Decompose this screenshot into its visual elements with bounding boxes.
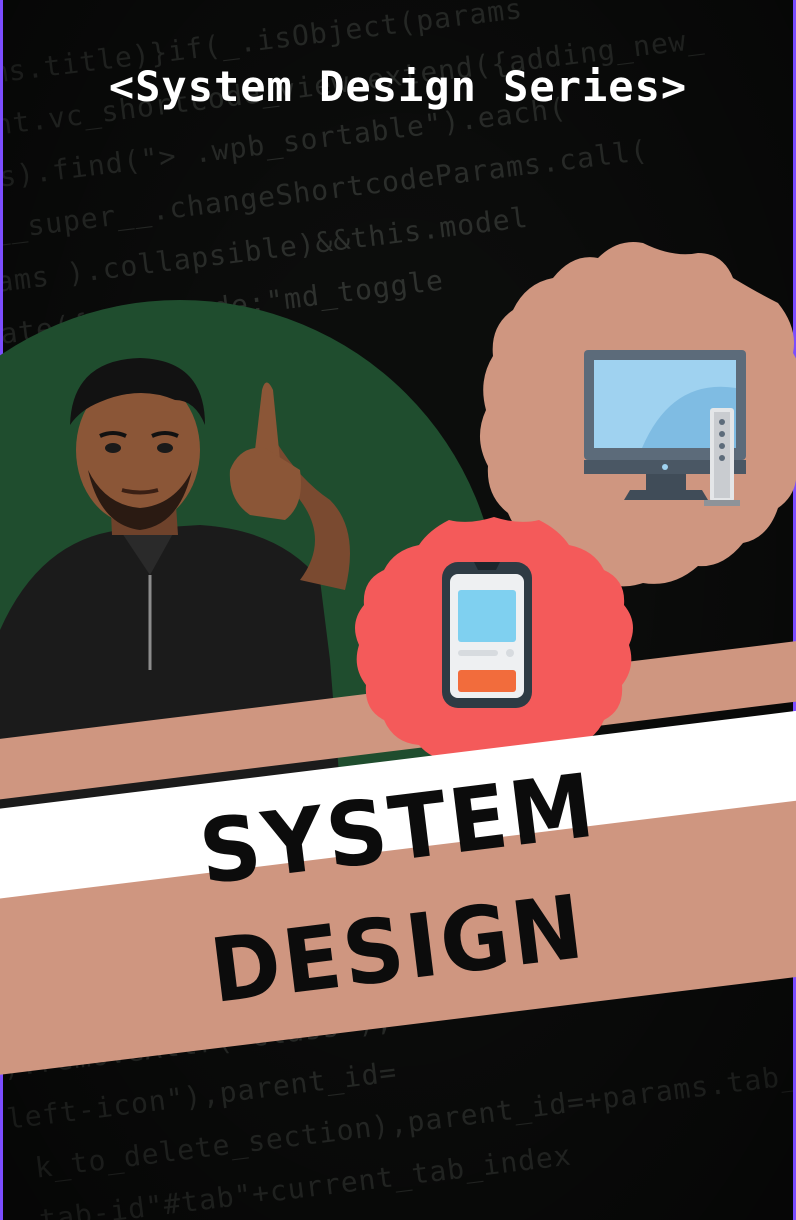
desktop-computer-icon (584, 350, 746, 506)
series-title: <System Design Series> (108, 62, 688, 111)
smartphone-icon (442, 562, 532, 708)
poster: (params.title)}if(_.isObject(params$cont… (0, 0, 796, 1220)
